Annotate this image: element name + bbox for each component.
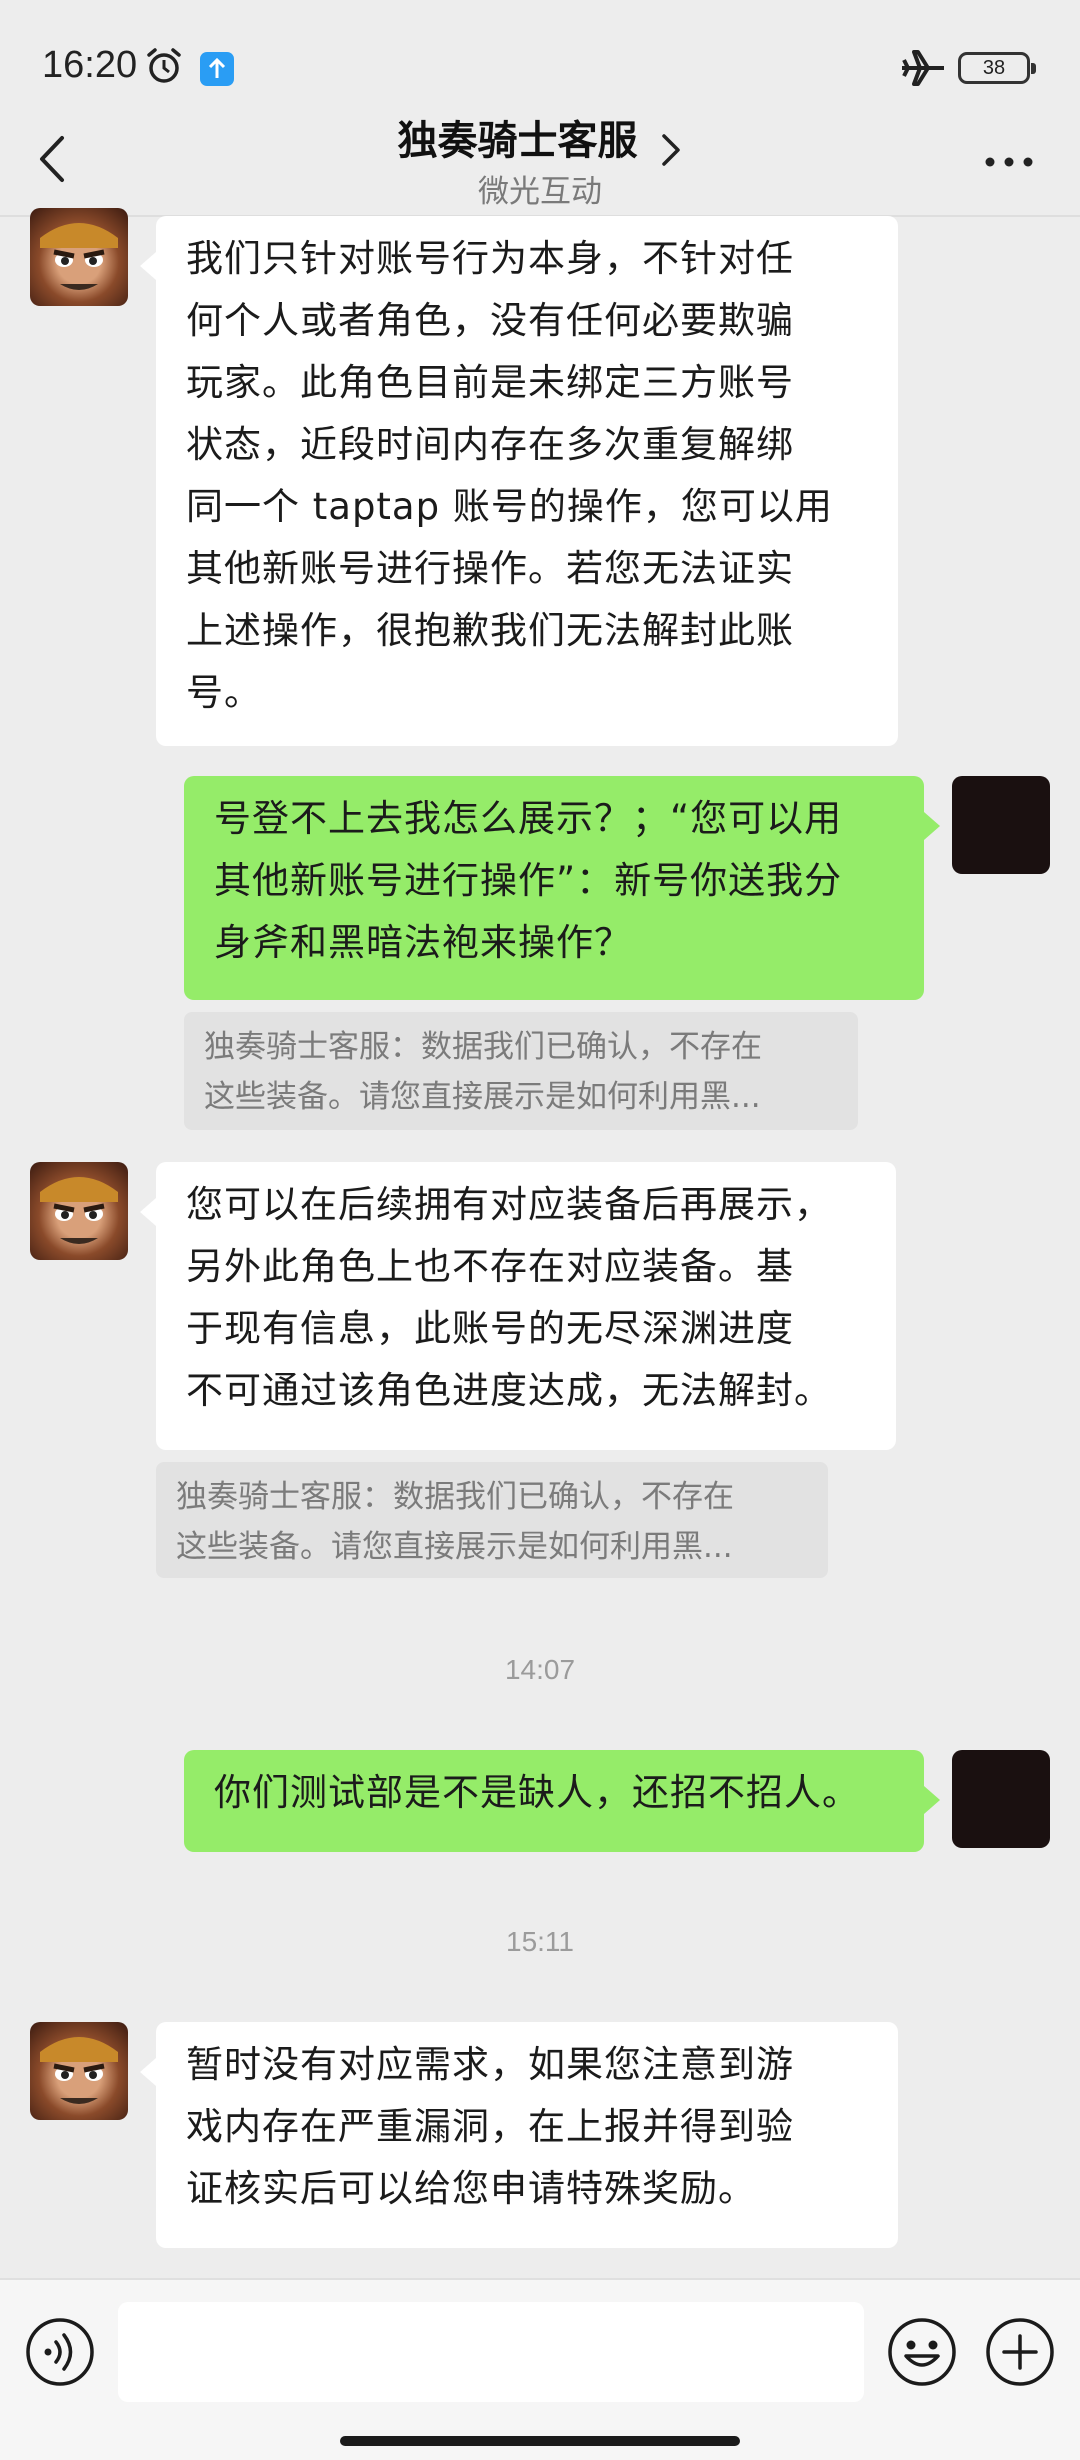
battery-level: 38	[982, 57, 1006, 79]
message-line: 上述操作，很抱歉我们无法解封此账	[186, 609, 794, 652]
message-line: 状态，近段时间内存在多次重复解绑	[186, 423, 794, 466]
message-line: 其他新账号进行操作。若您无法证实	[186, 547, 794, 590]
agent-avatar[interactable]	[30, 1162, 128, 1260]
battery-icon: 38	[958, 52, 1036, 84]
upload-icon	[200, 52, 234, 86]
user-avatar[interactable]	[952, 1750, 1050, 1848]
knight-avatar-icon	[40, 223, 118, 290]
home-indicator	[340, 2436, 740, 2446]
message-bubble-incoming[interactable]: 我们只针对账号行为本身，不针对任 何个人或者角色，没有任何必要欺骗 玩家。此角色…	[140, 216, 898, 746]
message-line: 您可以在后续拥有对应装备后再展示，	[186, 1183, 832, 1226]
quote-line: 这些装备。请您直接展示是如何利用黑...	[204, 1079, 761, 1115]
agent-avatar[interactable]	[30, 2022, 128, 2120]
voice-icon[interactable]	[24, 2316, 96, 2388]
chat-title-wrap[interactable]: 独奏骑士客服	[0, 108, 1080, 168]
message-line: 你们测试部是不是缺人，还招不招人。	[214, 1771, 860, 1814]
message-line: 同一个 taptap 账号的操作，您可以用	[186, 485, 833, 528]
message-line: 另外此角色上也不存在对应装备。基	[186, 1245, 794, 1288]
chevron-right-icon[interactable]	[659, 132, 683, 168]
quoted-message[interactable]: 独奏骑士客服：数据我们已确认，不存在 这些装备。请您直接展示是如何利用黑...	[156, 1462, 828, 1578]
message-line: 证核实后可以给您申请特殊奖励。	[186, 2167, 756, 2210]
message-line: 身斧和黑暗法袍来操作？	[214, 921, 632, 964]
message-line: 暂时没有对应需求，如果您注意到游	[186, 2043, 794, 2086]
agent-avatar[interactable]	[30, 208, 128, 306]
message-input[interactable]	[118, 2302, 864, 2402]
message-bubble-outgoing[interactable]: 号登不上去我怎么展示？；“您可以用 其他新账号进行操作”：新号你送我分 身斧和黑…	[184, 776, 940, 1000]
chat-subtitle: 微光互动	[478, 174, 602, 210]
user-avatar[interactable]	[952, 776, 1050, 874]
quote-line: 独奏骑士客服：数据我们已确认，不存在	[176, 1479, 734, 1515]
message-bubble-incoming[interactable]: 您可以在后续拥有对应装备后再展示， 另外此角色上也不存在对应装备。基 于现有信息…	[140, 1162, 896, 1450]
message-line: 何个人或者角色，没有任何必要欺骗	[186, 299, 794, 342]
quote-line: 这些装备。请您直接展示是如何利用黑...	[176, 1529, 733, 1565]
chat-title[interactable]: 独奏骑士客服	[397, 108, 637, 166]
message-bubble-incoming[interactable]: 暂时没有对应需求，如果您注意到游 戏内存在严重漏洞，在上报并得到验 证核实后可以…	[140, 2022, 898, 2248]
more-icon[interactable]	[984, 156, 1034, 168]
timestamp: 15:11	[506, 1926, 574, 1957]
message-line: 戏内存在严重漏洞，在上报并得到验	[186, 2105, 794, 2148]
message-line: 于现有信息，此账号的无尽深渊进度	[186, 1307, 794, 1350]
quoted-message[interactable]: 独奏骑士客服：数据我们已确认，不存在 这些装备。请您直接展示是如何利用黑...	[184, 1012, 858, 1130]
knight-avatar-icon	[40, 2037, 118, 2104]
message-line: 其他新账号进行操作”：新号你送我分	[214, 859, 843, 902]
message-line: 我们只针对账号行为本身，不针对任	[186, 237, 794, 280]
quote-line: 独奏骑士客服：数据我们已确认，不存在	[204, 1029, 762, 1065]
message-line: 号。	[186, 671, 262, 714]
emoji-icon[interactable]	[886, 2316, 958, 2388]
message-line: 号登不上去我怎么展示？；“您可以用	[214, 797, 843, 840]
message-line: 玩家。此角色目前是未绑定三方账号	[186, 361, 794, 404]
chat-header: 独奏骑士客服 微光互动	[0, 100, 1080, 217]
knight-avatar-icon	[40, 1177, 118, 1244]
airplane-mode-icon	[902, 50, 944, 86]
input-bar	[0, 2278, 1080, 2460]
status-time: 16:20	[42, 44, 138, 86]
timestamp: 14:07	[504, 1654, 576, 1685]
alarm-icon	[147, 48, 181, 83]
message-line: 不可通过该角色进度达成，无法解封。	[186, 1369, 832, 1412]
plus-icon[interactable]	[984, 2316, 1056, 2388]
message-bubble-outgoing[interactable]: 你们测试部是不是缺人，还招不招人。	[184, 1750, 940, 1852]
